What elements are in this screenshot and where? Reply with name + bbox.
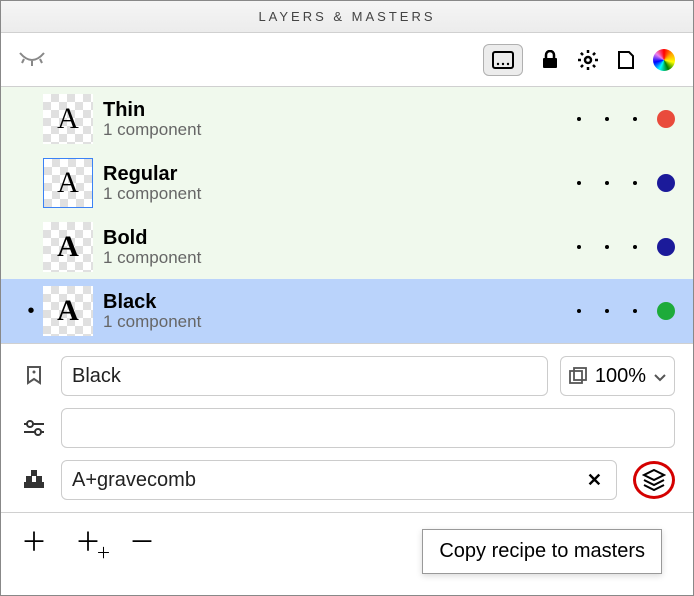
layer-list: AThin1 componentARegular1 componentABold… xyxy=(1,87,693,343)
gear-icon[interactable] xyxy=(577,49,599,71)
scale-select[interactable]: 100% xyxy=(560,356,675,396)
layer-subtitle: 1 component xyxy=(103,313,577,332)
glyph-preview: A xyxy=(43,94,93,144)
transform-input[interactable] xyxy=(61,408,675,448)
clear-icon[interactable]: ✕ xyxy=(583,470,606,491)
layer-color-dot[interactable] xyxy=(657,110,675,128)
layer-row[interactable]: ABold1 component xyxy=(1,215,693,279)
glyph-preview: A xyxy=(43,158,93,208)
layer-name: Bold xyxy=(103,227,577,249)
controls-area: Black 100% A+gravecomb ✕ xyxy=(1,343,693,512)
master-name-input[interactable]: Black xyxy=(61,356,548,396)
layer-subtitle: 1 component xyxy=(103,185,577,204)
layer-info: Black1 component xyxy=(103,291,577,332)
panel-title: LAYERS & MASTERS xyxy=(1,1,693,33)
copy-recipe-button[interactable] xyxy=(633,461,675,499)
status-dots xyxy=(577,245,637,249)
recipe-input[interactable]: A+gravecomb ✕ xyxy=(61,460,617,500)
page-icon[interactable] xyxy=(617,50,635,70)
layer-info: Bold1 component xyxy=(103,227,577,268)
visibility-icon[interactable] xyxy=(19,52,45,68)
layers-icon xyxy=(642,468,666,492)
glyph-preview: A xyxy=(43,222,93,272)
tag-icon xyxy=(19,365,49,387)
glyph-preview: A xyxy=(43,286,93,336)
layer-color-dot[interactable] xyxy=(657,174,675,192)
scale-icon xyxy=(569,367,587,385)
layer-row[interactable]: AThin1 component xyxy=(1,87,693,151)
layer-color-dot[interactable] xyxy=(657,302,675,320)
recipe-icon xyxy=(19,470,49,490)
layer-info: Thin1 component xyxy=(103,99,577,140)
status-dots xyxy=(577,309,637,313)
layer-name: Black xyxy=(103,291,577,313)
layer-row[interactable]: •ABlack1 component xyxy=(1,279,693,343)
layer-row[interactable]: ARegular1 component xyxy=(1,151,693,215)
layer-subtitle: 1 component xyxy=(103,121,577,140)
toolbar xyxy=(1,33,693,87)
add-multiple-button[interactable]: ＋＋ xyxy=(75,522,101,559)
sliders-icon xyxy=(19,419,49,437)
layer-info: Regular1 component xyxy=(103,163,577,204)
color-icon[interactable] xyxy=(653,49,675,71)
status-dots xyxy=(577,181,637,185)
list-view-button[interactable] xyxy=(483,44,523,76)
layer-color-dot[interactable] xyxy=(657,238,675,256)
layer-name: Regular xyxy=(103,163,577,185)
tooltip: Copy recipe to masters xyxy=(422,529,662,574)
chevron-down-icon xyxy=(654,365,666,388)
lock-icon[interactable] xyxy=(541,50,559,70)
status-dots xyxy=(577,117,637,121)
layer-subtitle: 1 component xyxy=(103,249,577,268)
add-button[interactable]: ＋ xyxy=(21,522,47,559)
active-indicator: • xyxy=(19,300,43,323)
remove-button[interactable]: － xyxy=(129,522,155,559)
layer-name: Thin xyxy=(103,99,577,121)
